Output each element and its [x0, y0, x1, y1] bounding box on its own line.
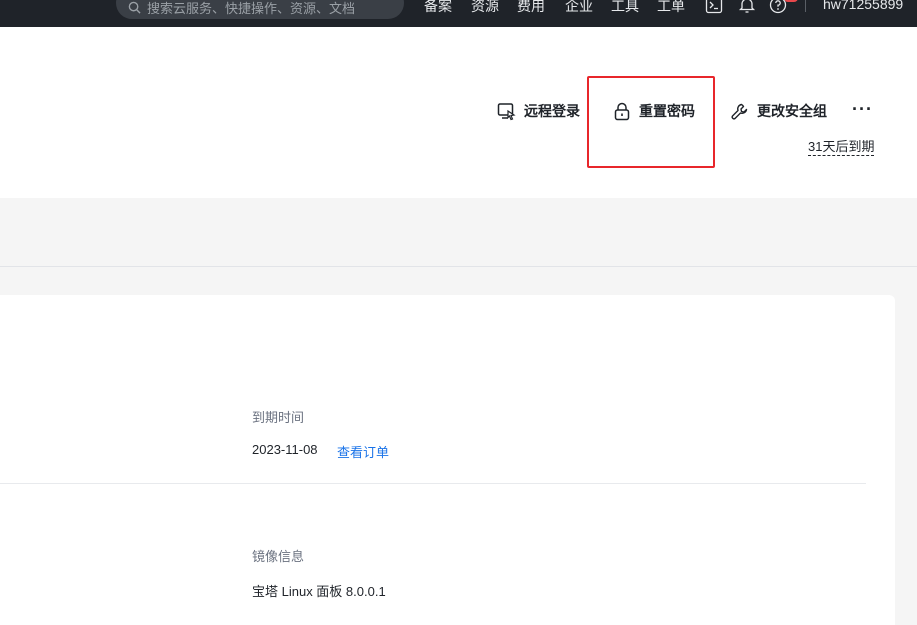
nav-tools[interactable]: 工具 [611, 0, 639, 16]
nav-tickets[interactable]: 工单 [657, 0, 685, 16]
card-divider [0, 483, 866, 484]
more-actions-button[interactable]: ··· [852, 99, 873, 120]
notification-badge [784, 0, 798, 2]
help-icon[interactable] [769, 0, 787, 14]
top-navigation-bar: 搜索云服务、快捷操作、资源、文档 备案 资源 费用 企业 工具 工单 hw712… [0, 0, 917, 27]
remote-login-label: 远程登录 [524, 103, 580, 119]
remote-login-icon [497, 102, 516, 120]
bell-icon[interactable] [738, 0, 756, 14]
remote-login-button[interactable]: 远程登录 [497, 101, 580, 121]
wrench-icon [731, 103, 748, 119]
expire-countdown-link[interactable]: 31天后到期 [808, 139, 875, 156]
user-account[interactable]: hw71255899 [823, 0, 903, 12]
image-info-label: 镜像信息 [252, 549, 305, 564]
global-search-input[interactable]: 搜索云服务、快捷操作、资源、文档 [116, 0, 404, 19]
expire-time-value: 2023-11-08 [252, 442, 318, 457]
change-security-group-label: 更改安全组 [757, 103, 827, 119]
nav-enterprise[interactable]: 企业 [565, 0, 593, 16]
search-icon [128, 1, 141, 14]
section-divider [0, 266, 917, 267]
change-security-group-button[interactable]: 更改安全组 [730, 101, 827, 121]
instance-header: 远程登录 重置密码 更改安全组 ··· 31天后到期 [0, 27, 917, 198]
expire-time-label: 到期时间 [252, 410, 305, 425]
nav-filing[interactable]: 备案 [424, 0, 452, 16]
nav-divider [805, 0, 806, 12]
search-placeholder: 搜索云服务、快捷操作、资源、文档 [147, 0, 356, 16]
terminal-icon[interactable] [705, 0, 723, 14]
view-order-link[interactable]: 查看订单 [337, 442, 389, 461]
instance-info-card: 到期时间 2023-11-08 查看订单 镜像信息 宝塔 Linux 面板 8.… [0, 295, 895, 625]
nav-billing[interactable]: 费用 [517, 0, 545, 16]
image-info-value: 宝塔 Linux 面板 8.0.0.1 [252, 584, 386, 599]
nav-resources[interactable]: 资源 [471, 0, 499, 16]
highlight-annotation-box [587, 76, 715, 168]
